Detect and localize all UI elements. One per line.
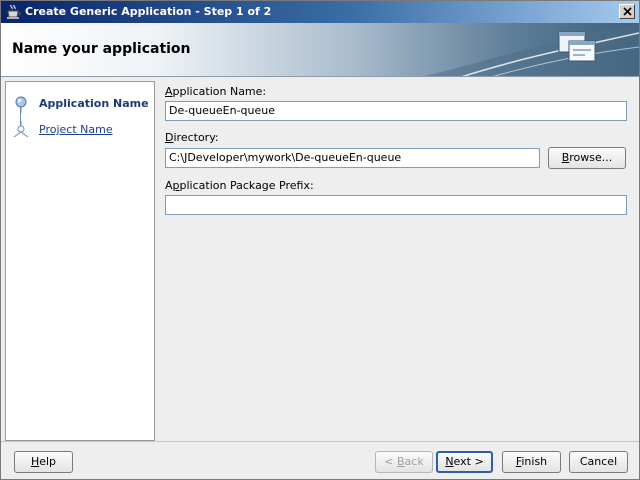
next-button[interactable]: Next > <box>436 451 493 473</box>
pending-step-icon <box>13 121 29 139</box>
header-swoosh-graphic <box>425 23 639 76</box>
close-button[interactable] <box>619 4 635 19</box>
coffee-cup-icon <box>5 4 21 20</box>
step-project-name[interactable]: Project Name <box>6 120 154 140</box>
window-title: Create Generic Application - Step 1 of 2 <box>25 5 272 18</box>
step-application-name[interactable]: Application Name <box>6 94 154 114</box>
help-button[interactable]: Help <box>14 451 73 473</box>
browse-button[interactable]: Browse... <box>548 147 626 169</box>
step-label: Application Name <box>39 97 149 110</box>
directory-label: Directory: <box>165 131 219 144</box>
steps-panel: Application Name Project Name <box>5 81 155 441</box>
current-step-icon <box>13 95 29 113</box>
close-icon <box>623 7 632 16</box>
page-title: Name your application <box>12 41 191 57</box>
step-link[interactable]: Project Name <box>39 123 113 136</box>
footer-divider <box>1 441 639 442</box>
cancel-button[interactable]: Cancel <box>569 451 628 473</box>
finish-button[interactable]: Finish <box>502 451 561 473</box>
app-name-label: Application Name: <box>165 85 267 98</box>
directory-input[interactable]: C:\JDeveloper\mywork\De-queueEn-queue <box>165 148 540 168</box>
package-prefix-label: Application Package Prefix: <box>165 179 314 192</box>
dialog-window: Create Generic Application - Step 1 of 2… <box>0 0 640 480</box>
title-bar[interactable]: Create Generic Application - Step 1 of 2 <box>1 1 639 23</box>
application-windows-icon <box>557 29 597 65</box>
wizard-header: Name your application <box>1 23 639 77</box>
app-name-input[interactable]: De-queueEn-queue <box>165 101 627 121</box>
package-prefix-input[interactable] <box>165 195 627 215</box>
back-button[interactable]: < Back <box>375 451 433 473</box>
